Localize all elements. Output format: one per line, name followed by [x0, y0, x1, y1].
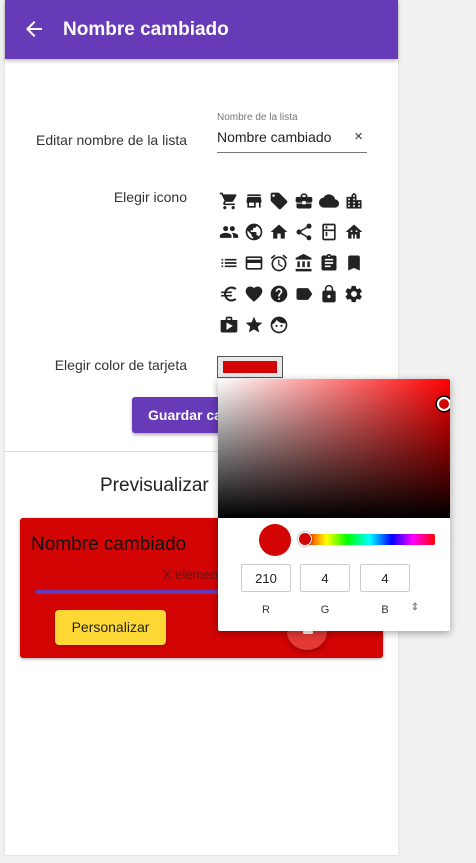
- store-icon[interactable]: [242, 189, 266, 213]
- star-icon[interactable]: [242, 313, 266, 337]
- card-title: Nombre cambiado: [31, 534, 187, 555]
- green-label: G: [320, 604, 330, 616]
- page-title: Nombre cambiado: [63, 19, 229, 40]
- list-name-floating-label: Nombre de la lista: [217, 112, 298, 123]
- briefcase-icon[interactable]: [292, 189, 316, 213]
- bookmark-icon[interactable]: [342, 251, 366, 275]
- blue-label: B: [381, 604, 389, 616]
- home-icon[interactable]: [267, 220, 291, 244]
- clear-icon[interactable]: ×: [354, 128, 363, 145]
- blue-input[interactable]: [360, 564, 410, 592]
- app-bar: Nombre cambiado: [5, 0, 398, 59]
- clipboard-icon[interactable]: [317, 251, 341, 275]
- saturation-area[interactable]: [218, 379, 450, 518]
- settings-icon[interactable]: [342, 282, 366, 306]
- choose-color-label: Elegir color de tarjeta: [54, 357, 187, 373]
- heart-icon[interactable]: [242, 282, 266, 306]
- color-swatch: [223, 361, 277, 373]
- bank-icon[interactable]: [292, 251, 316, 275]
- color-picker-popup: R G B ⇕: [218, 379, 450, 631]
- customize-button[interactable]: Personalizar: [55, 610, 166, 645]
- hue-handle[interactable]: [298, 532, 312, 546]
- format-toggle-icon[interactable]: ⇕: [408, 602, 422, 616]
- choose-icon-label: Elegir icono: [113, 189, 187, 205]
- list-name-input[interactable]: [217, 129, 342, 145]
- shop-play-icon[interactable]: [217, 313, 241, 337]
- face-icon[interactable]: [267, 313, 291, 337]
- share-icon[interactable]: [292, 220, 316, 244]
- color-preview-dot: [259, 524, 291, 556]
- card-icon[interactable]: [242, 251, 266, 275]
- preview-title: Previsualizar: [100, 475, 209, 496]
- euro-icon[interactable]: [217, 282, 241, 306]
- list-icon[interactable]: [217, 251, 241, 275]
- house-icon[interactable]: [342, 220, 366, 244]
- color-swatch-button[interactable]: [217, 356, 283, 378]
- red-label: R: [262, 604, 270, 616]
- cloud-icon[interactable]: [317, 189, 341, 213]
- hue-slider[interactable]: [298, 532, 435, 546]
- saturation-handle[interactable]: [437, 397, 450, 411]
- edit-name-label: Editar nombre de la lista: [36, 132, 187, 148]
- people-icon[interactable]: [217, 220, 241, 244]
- list-name-field[interactable]: Nombre de la lista ×: [217, 112, 367, 153]
- alarm-icon[interactable]: [267, 251, 291, 275]
- lock-icon[interactable]: [317, 282, 341, 306]
- label-icon[interactable]: [292, 282, 316, 306]
- help-icon[interactable]: [267, 282, 291, 306]
- tag-icon[interactable]: [267, 189, 291, 213]
- green-input[interactable]: [300, 564, 350, 592]
- red-input[interactable]: [241, 564, 291, 592]
- icon-grid: [217, 188, 367, 343]
- kitchen-icon[interactable]: [317, 220, 341, 244]
- globe-icon[interactable]: [242, 220, 266, 244]
- building-icon[interactable]: [342, 189, 366, 213]
- cart-icon[interactable]: [217, 189, 241, 213]
- arrow-back-icon[interactable]: [22, 17, 46, 41]
